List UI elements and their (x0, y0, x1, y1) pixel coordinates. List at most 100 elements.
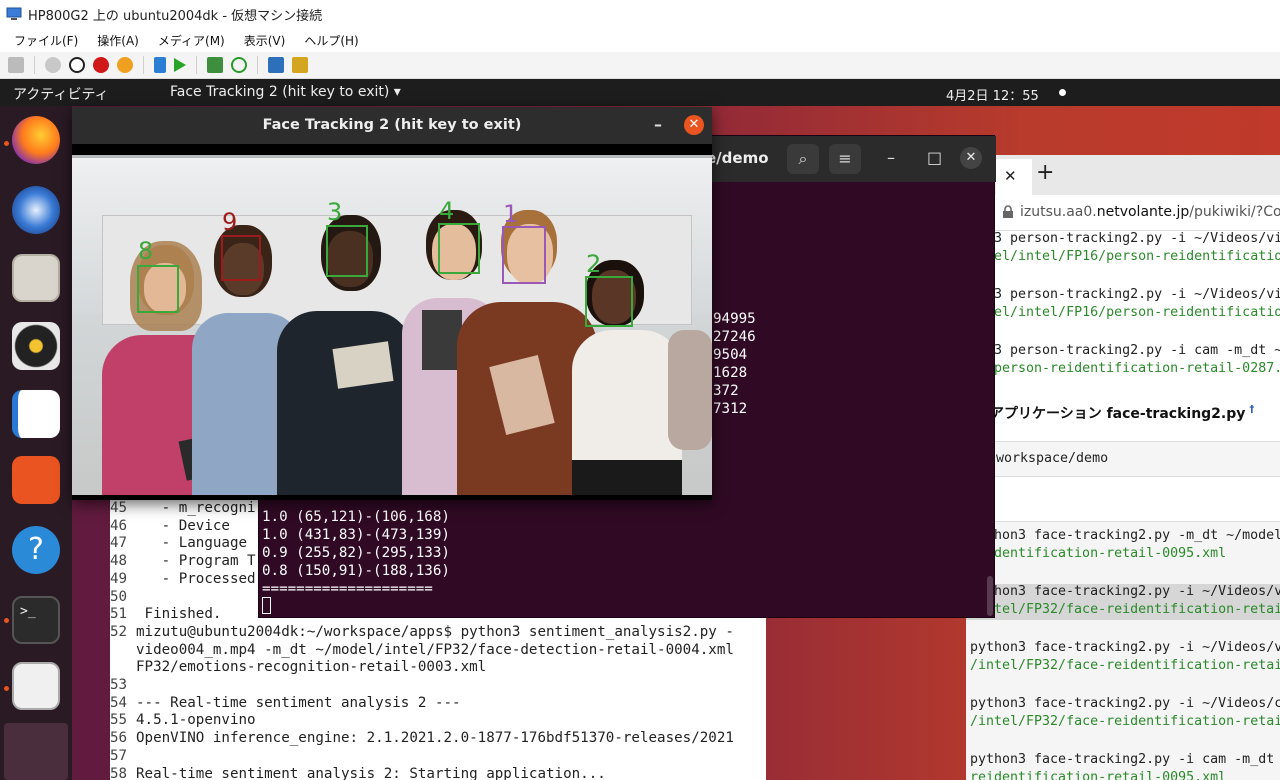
new-tab-button[interactable]: + (1036, 160, 1054, 185)
workspace-path: workspace/demo (996, 451, 1109, 466)
line-number: 52 (110, 623, 128, 640)
menu-view[interactable]: 表示(V) (244, 32, 286, 49)
code-line: hon3 person-tracking2.py -i cam -m_dt ~/ (970, 343, 1280, 358)
help-icon[interactable]: ? (12, 526, 60, 574)
files-icon[interactable] (12, 254, 60, 302)
host-menu-bar: ファイル(F) 操作(A) メディア(M) 表示(V) ヘルプ(H) (0, 28, 1280, 52)
face-box-1 (502, 226, 546, 284)
running-indicator (4, 686, 9, 691)
enhanced-session-icon[interactable] (268, 57, 284, 73)
video-frame: 8 9 3 4 1 2 (72, 144, 712, 500)
code-line: 16/person-reidentification-retail-0287.x (970, 361, 1280, 376)
toolbar-separator (257, 56, 258, 74)
power-icon[interactable] (117, 57, 133, 73)
face-box-9 (221, 235, 261, 281)
menu-icon[interactable]: ≡ (829, 144, 861, 174)
thunderbird-icon[interactable] (12, 186, 60, 234)
shutdown-icon[interactable] (93, 57, 109, 73)
line-text: Real-time sentiment analysis 2: Starting… (136, 765, 606, 780)
terminal-value: 1628 (713, 365, 748, 381)
code-line: python3 face-tracking2.py -i cam -m_dt ~… (970, 752, 1280, 767)
line-number: 49 (110, 570, 128, 587)
browser-url-bar[interactable]: izutsu.aa0.netvolante.jp/pukiwiki/?Co (966, 195, 1280, 231)
code-line: dentification-retail-0095.xml (994, 546, 1227, 561)
share-icon[interactable] (292, 57, 308, 73)
code-line: model/intel/FP16/person-reidentification… (970, 249, 1280, 264)
terminal-line: 54 --- Real-time sentiment analysis 2 --- (110, 695, 461, 711)
minimize-icon[interactable]: – (654, 115, 662, 134)
line-text: - Program T (136, 553, 256, 570)
start-icon[interactable] (45, 57, 61, 73)
close-icon[interactable]: ✕ (960, 147, 982, 169)
terminal-value: 27246 (713, 329, 756, 345)
firefox-icon[interactable] (12, 116, 60, 164)
line-text: --- Real-time sentiment analysis 2 --- (136, 694, 461, 711)
face-box-3 (326, 225, 368, 277)
video-scene: 8 9 3 4 1 2 (72, 155, 712, 495)
search-icon[interactable]: ⌕ (787, 144, 819, 174)
writer-icon[interactable] (12, 390, 60, 438)
ctrl-alt-del-icon[interactable] (8, 57, 24, 73)
heading-anchor[interactable]: † (1249, 404, 1254, 415)
menu-file[interactable]: ファイル(F) (14, 32, 78, 49)
terminal-line: 47 - Language (110, 535, 247, 551)
terminal-icon[interactable]: >_ (12, 596, 60, 644)
pause-icon[interactable] (154, 57, 166, 73)
face-id-8: 8 (138, 237, 154, 265)
code-line: python3 face-tracking2.py -i ~/Videos/cl… (970, 696, 1280, 711)
terminal-path: e/demo (706, 149, 769, 167)
rhythmbox-icon[interactable] (12, 322, 60, 370)
terminal-value: 7312 (713, 401, 748, 417)
minimize-icon[interactable]: – (887, 148, 895, 167)
terminal-output-line: 0.9 (255,82)-(295,133) (262, 545, 450, 561)
line-text: 4.5.1-openvino (136, 712, 256, 729)
code-line: /intel/FP32/face-reidentification-retail… (970, 714, 1280, 729)
code-line: hon3 face-tracking2.py -m_dt ~/model/int (994, 528, 1280, 543)
face-tracking-window: Face Tracking 2 (hit key to exit) – ✕ 8 … (72, 107, 712, 500)
maximize-icon[interactable]: □ (927, 148, 942, 167)
close-tab-icon[interactable]: ✕ (1004, 167, 1017, 185)
host-toolbar (0, 52, 1280, 79)
terminal-line: FP32/emotions-recognition-retail-0003.xm… (110, 659, 486, 675)
menu-media[interactable]: メディア(M) (158, 32, 225, 49)
scrollbar[interactable] (987, 576, 993, 616)
terminal-line: 45 - m_recogni (110, 500, 256, 516)
heading-text: アプリケーション face-tracking2.py (990, 406, 1246, 422)
active-app-icon[interactable] (4, 723, 68, 780)
clock[interactable]: 4月2日 12：55 (946, 85, 1039, 104)
app-menu[interactable]: Face Tracking 2 (hit key to exit) ▾ (170, 84, 401, 100)
menu-action[interactable]: 操作(A) (97, 32, 139, 49)
menu-help[interactable]: ヘルプ(H) (304, 32, 358, 49)
line-number: 45 (110, 500, 128, 516)
line-text: OpenVINO inference_engine: 2.1.2021.2.0-… (136, 730, 734, 747)
browser-window: ✕ + izutsu.aa0.netvolante.jp/pukiwiki/?C… (966, 155, 1280, 780)
terminal-output-line: ==================== (262, 581, 433, 597)
lock-icon (1003, 205, 1013, 218)
toolbar-separator (34, 56, 35, 74)
dock: ? >_ (0, 106, 72, 780)
checkpoint-icon[interactable] (207, 57, 223, 73)
line-number: 48 (110, 553, 128, 570)
vm-icon (6, 7, 22, 20)
line-number: 57 (110, 747, 128, 764)
terminal-line: 55 4.5.1-openvino (110, 712, 256, 728)
terminal-line: 57 (110, 748, 136, 764)
text-editor-icon[interactable] (12, 662, 60, 710)
browser-tab[interactable]: ✕ (996, 159, 1032, 195)
turn-off-icon[interactable] (69, 57, 85, 73)
terminal-line: 53 (110, 677, 136, 693)
code-line: model/intel/FP16/person-reidentification… (970, 305, 1280, 320)
line-text: - Device (136, 517, 230, 534)
software-icon[interactable] (12, 456, 60, 504)
resume-icon[interactable] (174, 58, 186, 72)
line-number: 46 (110, 517, 128, 534)
line-number: 50 (110, 588, 128, 605)
ceiling-line (72, 155, 712, 158)
face-box-4 (438, 223, 480, 274)
screen: HP800G2 上の ubuntu2004dk - 仮想マシン接続 ファイル(F… (0, 0, 1280, 780)
close-icon[interactable]: ✕ (684, 115, 704, 135)
activities-button[interactable]: アクティビティ (13, 84, 109, 104)
terminal-line: 46 - Device (110, 518, 230, 534)
revert-icon[interactable] (231, 57, 247, 73)
code-line: reidentification-retail-0095.xml (970, 770, 1227, 780)
